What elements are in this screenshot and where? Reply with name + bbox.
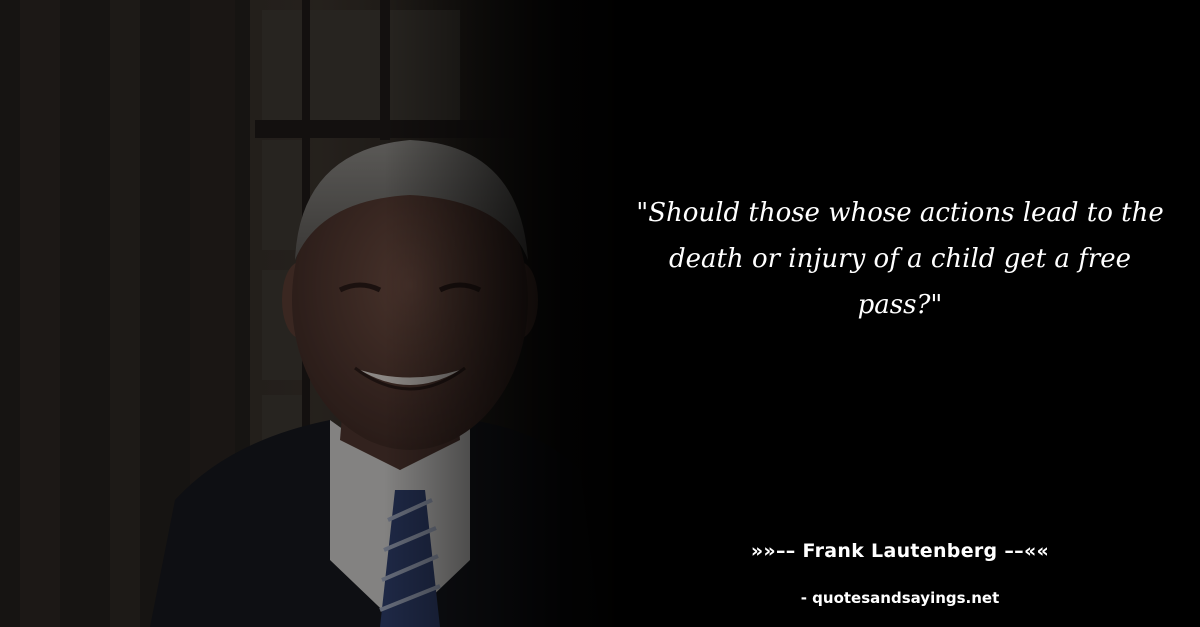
quote-card: "Should those whose actions lead to the … — [0, 0, 1200, 627]
author-portrait — [0, 0, 640, 627]
author-name: »»–– Frank Lautenberg ––«« — [750, 540, 1050, 562]
quote-text: "Should those whose actions lead to the … — [636, 198, 1164, 320]
source-credit: - quotesandsayings.net — [800, 589, 1000, 607]
